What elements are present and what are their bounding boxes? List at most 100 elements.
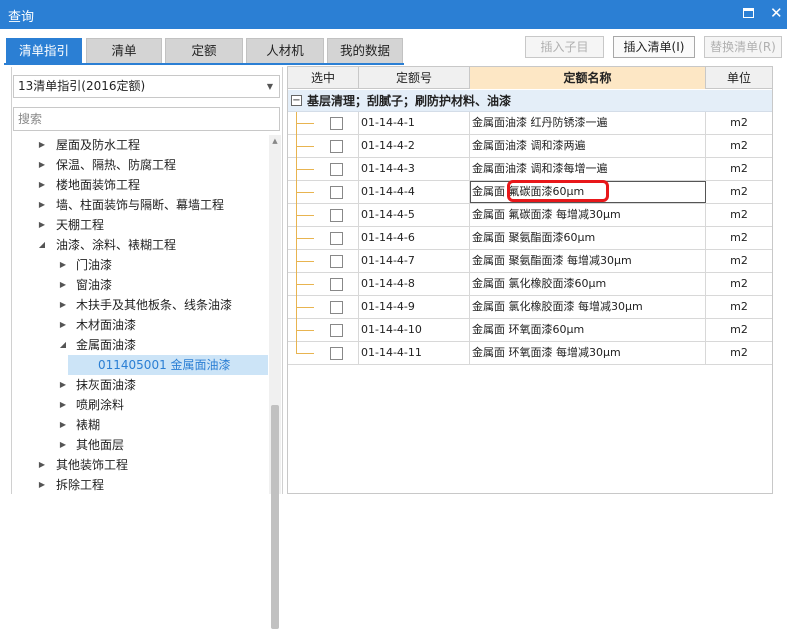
cell-unit: m2 — [730, 185, 748, 198]
expand-right-icon[interactable]: ▶ — [37, 155, 47, 175]
tree-item-insulation[interactable]: ▶ 保温、隔热、防腐工程 — [12, 155, 268, 175]
maximize-icon[interactable] — [743, 8, 754, 18]
tab-my-data[interactable]: 我的数据 — [327, 38, 403, 64]
tab-underline — [4, 63, 404, 65]
tree-item-wallpaper[interactable]: ▶ 裱糊 — [12, 415, 268, 435]
tree-item-roof[interactable]: ▶ 屋面及防水工程 — [12, 135, 268, 155]
tree-item-window-paint[interactable]: ▶ 窗油漆 — [12, 275, 268, 295]
cell-code: 01-14-4-9 — [359, 296, 470, 318]
tree-scrollbar[interactable]: ▲ — [269, 135, 281, 629]
expand-right-icon[interactable]: ▶ — [58, 415, 68, 435]
cell-code: 01-14-4-4 — [359, 181, 470, 203]
table-row[interactable]: 01-14-4-8 金属面 氯化橡胶面漆60μm m2 — [288, 273, 772, 296]
table-row[interactable]: 01-14-4-1 金属面油漆 红丹防锈漆一遍 m2 — [288, 112, 772, 135]
cell-unit: m2 — [730, 254, 748, 267]
search-input[interactable]: 搜索 — [13, 107, 280, 131]
expand-right-icon[interactable]: ▶ — [58, 395, 68, 415]
table-row[interactable]: 01-14-4-5 金属面 氟碳面漆 每增减30μm m2 — [288, 204, 772, 227]
tree-item-label: 保温、隔热、防腐工程 — [56, 158, 177, 172]
replace-list-button[interactable]: 替换清单(R) — [704, 36, 782, 58]
tree-item-label: 011405001 金属面油漆 — [98, 358, 231, 372]
cell-code: 01-14-4-6 — [359, 227, 470, 249]
table-row[interactable]: 01-14-4-2 金属面油漆 调和漆两遍 m2 — [288, 135, 772, 158]
guide-select-value: 13清单指引(2016定额) — [18, 79, 146, 93]
chevron-down-icon[interactable]: ▼ — [267, 76, 273, 97]
tree-item-demolition[interactable]: ▶ 拆除工程 — [12, 475, 268, 494]
table-row[interactable]: 01-14-4-6 金属面 聚氨酯面漆60μm m2 — [288, 227, 772, 250]
expand-right-icon[interactable]: ▶ — [58, 255, 68, 275]
expand-right-icon[interactable]: ▶ — [58, 295, 68, 315]
cell-unit: m2 — [730, 162, 748, 175]
category-tree: ▶ 屋面及防水工程 ▶ 保温、隔热、防腐工程 ▶ 楼地面装饰工程 ▶ 墙、柱面装饰与隔断… — [12, 135, 268, 494]
expand-right-icon[interactable]: ▶ — [37, 135, 47, 155]
tree-item-label: 喷刷涂料 — [76, 398, 125, 412]
tree-item-spray-coating[interactable]: ▶ 喷刷涂料 — [12, 395, 268, 415]
header-unit[interactable]: 单位 — [706, 67, 772, 89]
tree-item-label: 金属面油漆 — [76, 338, 137, 352]
cell-unit: m2 — [730, 277, 748, 290]
tree-item-plaster-paint[interactable]: ▶ 抹灰面油漆 — [12, 375, 268, 395]
cell-select — [288, 158, 359, 180]
cell-code: 01-14-4-11 — [359, 342, 470, 364]
collapse-minus-icon[interactable]: − — [291, 95, 302, 106]
tree-item-metal-paint[interactable]: ◢ 金属面油漆 — [12, 335, 268, 355]
tree-item-label: 抹灰面油漆 — [76, 378, 137, 392]
table-row[interactable]: 01-14-4-9 金属面 氯化橡胶面漆 每增减30μm m2 — [288, 296, 772, 319]
cell-name: 金属面油漆 调和漆两遍 — [470, 135, 706, 157]
table-row[interactable]: 01-14-4-7 金属面 聚氨酯面漆 每增减30μm m2 — [288, 250, 772, 273]
tree-item-wood-paint[interactable]: ▶ 木材面油漆 — [12, 315, 268, 335]
cell-select — [288, 250, 359, 272]
scrollbar-thumb[interactable] — [271, 405, 279, 629]
tab-labor-material-machine[interactable]: 人材机 — [246, 38, 324, 64]
tree-item-label: 天棚工程 — [56, 218, 105, 232]
table-row[interactable]: 01-14-4-11 金属面 环氧面漆 每增减30μm m2 — [288, 342, 772, 365]
tree-item-other-decoration[interactable]: ▶ 其他装饰工程 — [12, 455, 268, 475]
expand-right-icon[interactable]: ▶ — [37, 215, 47, 235]
expand-right-icon[interactable]: ▶ — [37, 195, 47, 215]
tab-list-guide[interactable]: 清单指引 — [6, 38, 82, 64]
expand-right-icon[interactable]: ▶ — [37, 475, 47, 494]
cell-select — [288, 112, 359, 134]
tree-item-wall[interactable]: ▶ 墙、柱面装饰与隔断、幕墙工程 — [12, 195, 268, 215]
group-row[interactable]: − 基层清理；刮腻子；刷防护材料、油漆 — [288, 90, 772, 112]
expand-right-icon[interactable]: ▶ — [58, 375, 68, 395]
cell-select — [288, 135, 359, 157]
tree-item-paint[interactable]: ◢ 油漆、涂料、裱糊工程 — [12, 235, 268, 255]
header-code[interactable]: 定额号 — [359, 67, 470, 89]
tab-list[interactable]: 清单 — [86, 38, 162, 64]
tree-item-handrail-paint[interactable]: ▶ 木扶手及其他板条、线条油漆 — [12, 295, 268, 315]
tab-quota[interactable]: 定额 — [165, 38, 243, 64]
tree-item-selected-metal-paint[interactable]: 011405001 金属面油漆 — [68, 355, 268, 375]
cell-code: 01-14-4-8 — [359, 273, 470, 295]
expand-right-icon[interactable]: ▶ — [58, 315, 68, 335]
tree-item-label: 墙、柱面装饰与隔断、幕墙工程 — [56, 198, 225, 212]
expand-right-icon[interactable]: ▶ — [37, 175, 47, 195]
tree-item-ceiling[interactable]: ▶ 天棚工程 — [12, 215, 268, 235]
cell-name: 金属面油漆 红丹防锈漆一遍 — [470, 112, 706, 134]
cell-name: 金属面 聚氨酯面漆60μm — [470, 227, 706, 249]
cell-name: 金属面 环氧面漆 每增减30μm — [470, 342, 706, 364]
cell-unit: m2 — [730, 116, 748, 129]
table-row[interactable]: 01-14-4-10 金属面 环氧面漆60μm m2 — [288, 319, 772, 342]
close-icon[interactable]: ✕ — [770, 4, 783, 22]
guide-select[interactable]: 13清单指引(2016定额) ▼ — [13, 75, 280, 98]
insert-child-button[interactable]: 插入子目 — [525, 36, 604, 58]
collapse-down-icon[interactable]: ◢ — [37, 235, 47, 255]
table-row[interactable]: 01-14-4-3 金属面油漆 调和漆每增一遍 m2 — [288, 158, 772, 181]
header-select[interactable]: 选中 — [288, 67, 359, 89]
tree-item-label: 其他装饰工程 — [56, 458, 129, 472]
tree-item-other-layers[interactable]: ▶ 其他面层 — [12, 435, 268, 455]
header-name[interactable]: 定额名称 — [470, 67, 706, 89]
cell-unit: m2 — [730, 139, 748, 152]
collapse-down-icon[interactable]: ◢ — [58, 335, 68, 355]
expand-right-icon[interactable]: ▶ — [58, 435, 68, 455]
cell-name: 金属面 聚氨酯面漆 每增减30μm — [470, 250, 706, 272]
tree-item-door-paint[interactable]: ▶ 门油漆 — [12, 255, 268, 275]
expand-right-icon[interactable]: ▶ — [37, 455, 47, 475]
cell-select — [288, 273, 359, 295]
insert-list-button[interactable]: 插入清单(I) — [613, 36, 695, 58]
scroll-up-icon[interactable]: ▲ — [269, 135, 281, 147]
cell-unit: m2 — [730, 346, 748, 359]
tree-item-floor[interactable]: ▶ 楼地面装饰工程 — [12, 175, 268, 195]
expand-right-icon[interactable]: ▶ — [58, 275, 68, 295]
